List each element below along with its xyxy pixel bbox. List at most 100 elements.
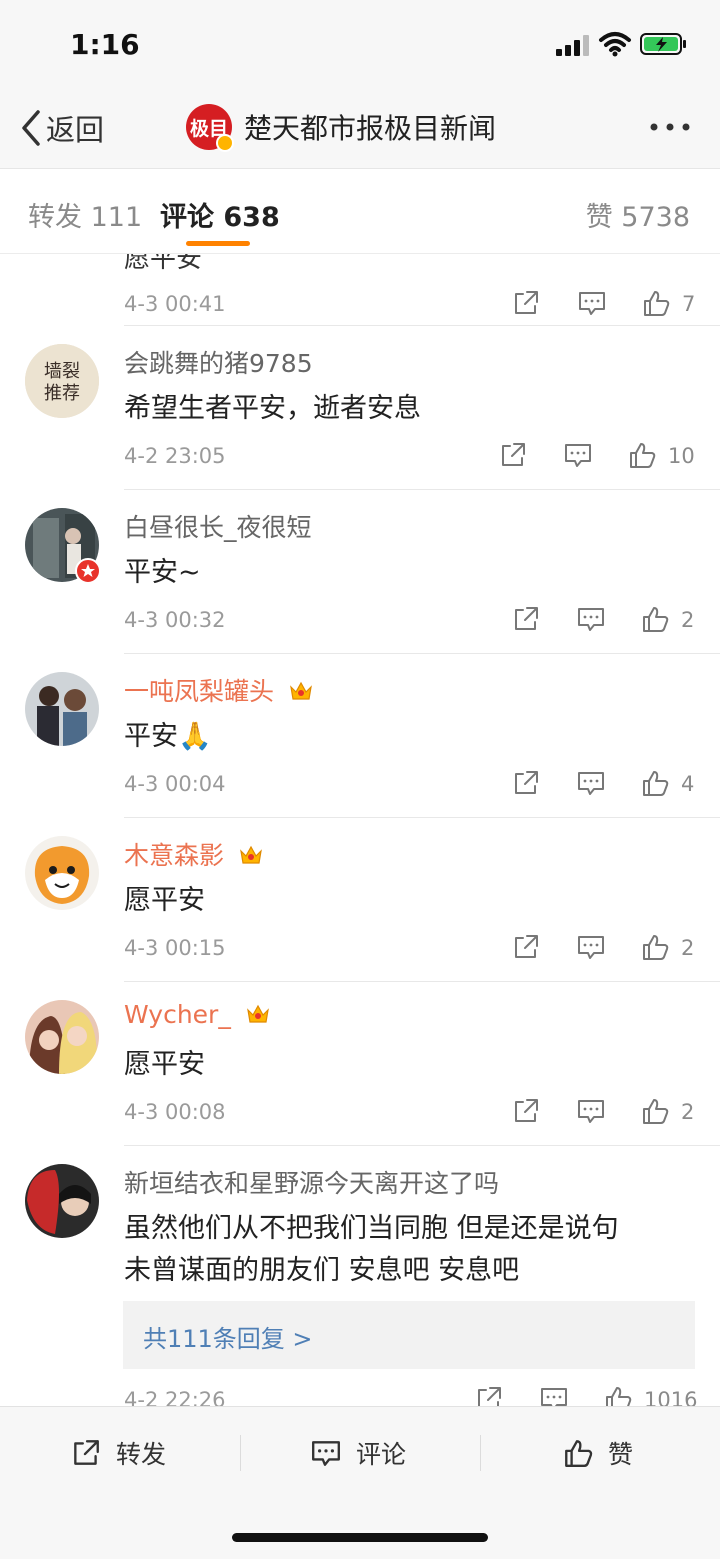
like-count: 1016: [644, 1388, 698, 1406]
like-icon[interactable]: [641, 288, 671, 318]
comment-text-line: 未曾谋面的朋友们 安息吧 安息吧: [124, 1255, 520, 1286]
comment-time: 4-3 00:15: [124, 936, 226, 960]
cellular-signal-icon: [556, 35, 589, 56]
repost-icon[interactable]: [511, 768, 541, 798]
like-icon[interactable]: [640, 932, 670, 962]
like-icon[interactable]: [640, 768, 670, 798]
page-header-title[interactable]: 极目 楚天都市报极目新闻: [186, 102, 496, 152]
verified-user-badge-icon: [75, 558, 101, 584]
divider: [240, 1435, 241, 1471]
comment-icon[interactable]: [577, 288, 607, 318]
comment-text: 平安~: [124, 557, 201, 588]
like-icon[interactable]: [627, 440, 657, 470]
chevron-left-icon: [22, 110, 40, 146]
repost-icon[interactable]: [474, 1384, 504, 1406]
comment-icon[interactable]: [563, 440, 593, 470]
username[interactable]: 白昼很长_夜很短: [124, 508, 312, 544]
more-options-icon[interactable]: [646, 112, 694, 142]
comment-time: 4-2 23:05: [124, 444, 226, 468]
back-button[interactable]: 返回: [18, 104, 104, 152]
bottom-action-bar: 转发 评论 赞: [0, 1406, 720, 1559]
battery-charging-icon: [640, 33, 686, 55]
username[interactable]: Wycher_: [124, 1000, 271, 1029]
view-replies-link[interactable]: 共111条回复 >: [143, 1319, 313, 1354]
comment-item: 一吨凤梨罐头 平安🙏 4-3 00:04 4: [0, 654, 720, 818]
avatar-image: [25, 1000, 99, 1074]
avatar[interactable]: [25, 1000, 99, 1074]
comment-text: 希望生者平安，逝者安息: [124, 393, 421, 424]
comment-item: 墙裂 推荐 会跳舞的猪9785 希望生者平安，逝者安息 4-2 23:05 10: [0, 326, 720, 490]
comment-item: 愿平安 4-3 00:41 7: [0, 254, 720, 326]
like-count: 4: [681, 772, 695, 796]
verified-badge-icon: [216, 134, 234, 152]
avatar-text-line: 墙裂: [44, 361, 80, 382]
comment-text: 虽然他们从不把我们当同胞 但是还是说句 未曾谋面的朋友们 安息吧 安息吧: [124, 1208, 619, 1292]
like-label: 赞: [608, 1440, 634, 1469]
tab-repost[interactable]: 转发 111: [28, 195, 142, 234]
replies-box[interactable]: 共111条回复 >: [123, 1301, 695, 1369]
avatar[interactable]: [25, 836, 99, 910]
comment-icon[interactable]: [576, 604, 606, 634]
comment-icon[interactable]: [576, 768, 606, 798]
username[interactable]: 新垣结衣和星野源今天离开这了吗: [124, 1164, 499, 1200]
avatar-text-line: 推荐: [44, 383, 80, 404]
username[interactable]: 会跳舞的猪9785: [124, 344, 313, 380]
comment-time: 4-2 22:26: [124, 1388, 226, 1406]
comment-item: Wycher_ 愿平安 4-3 00:08 2: [0, 982, 720, 1146]
vip-crown-icon: [240, 845, 262, 864]
status-time: 1:16: [70, 28, 140, 61]
page-title: 楚天都市报极目新闻: [244, 112, 497, 145]
comment-item: 木意森影 愿平安 4-3 00:15 2: [0, 818, 720, 982]
avatar[interactable]: [25, 672, 99, 746]
top-bar: 1:16 返回 极目 楚天都市报极目新闻: [0, 0, 720, 169]
publisher-avatar: 极目: [186, 104, 234, 152]
comment-text: 愿平安: [124, 254, 203, 274]
wifi-icon: [599, 32, 631, 57]
repost-button[interactable]: 转发: [70, 1433, 166, 1473]
avatar-image: [25, 672, 99, 746]
comment-text: 愿平安: [124, 1049, 205, 1080]
username[interactable]: 一吨凤梨罐头: [124, 672, 314, 708]
username[interactable]: 木意森影: [124, 836, 264, 872]
comment-icon[interactable]: [576, 1096, 606, 1126]
comment-icon[interactable]: [539, 1384, 569, 1406]
like-count: 7: [682, 292, 696, 316]
avatar[interactable]: 墙裂 推荐: [25, 344, 99, 418]
like-count: 2: [681, 936, 695, 960]
divider: [480, 1435, 481, 1471]
like-icon[interactable]: [640, 1096, 670, 1126]
repost-icon[interactable]: [511, 932, 541, 962]
like-count: 2: [681, 608, 695, 632]
username-text: Wycher_: [124, 1000, 231, 1029]
comment-time: 4-3 00:32: [124, 608, 226, 632]
active-tab-indicator: [186, 241, 250, 246]
username-text: 木意森影: [124, 841, 225, 870]
comment-text: 平安🙏: [124, 721, 212, 752]
like-icon[interactable]: [640, 604, 670, 634]
comment-icon[interactable]: [576, 932, 606, 962]
comment-text-line: 虽然他们从不把我们当同胞 但是还是说句: [124, 1213, 619, 1244]
comment-time: 4-3 00:04: [124, 772, 226, 796]
comment-time: 4-3 00:08: [124, 1100, 226, 1124]
comment-button[interactable]: 评论: [310, 1433, 406, 1473]
repost-icon[interactable]: [511, 288, 541, 318]
vip-crown-icon: [290, 681, 312, 700]
back-label: 返回: [46, 113, 105, 147]
comment-icon: [312, 1441, 340, 1466]
comment-list[interactable]: 愿平安 4-3 00:41 7 墙裂 推荐 会跳舞的猪9785 希望生者平安，逝…: [0, 254, 720, 1406]
repost-icon[interactable]: [511, 1096, 541, 1126]
avatar-image: [25, 836, 99, 910]
like-button[interactable]: 赞: [562, 1433, 633, 1473]
avatar[interactable]: [25, 1164, 99, 1238]
like-icon[interactable]: [603, 1384, 633, 1406]
comment-item: 白昼很长_夜很短 平安~ 4-3 00:32 2: [0, 490, 720, 654]
home-indicator[interactable]: [232, 1533, 488, 1542]
comment-text: 愿平安: [124, 885, 205, 916]
repost-icon: [74, 1440, 99, 1465]
tab-likes[interactable]: 赞 5738: [586, 195, 690, 234]
username-text: 一吨凤梨罐头: [124, 677, 275, 706]
repost-icon[interactable]: [498, 440, 528, 470]
tab-comments[interactable]: 评论 638: [160, 195, 280, 234]
repost-icon[interactable]: [511, 604, 541, 634]
avatar-image: 墙裂 推荐: [25, 344, 99, 418]
